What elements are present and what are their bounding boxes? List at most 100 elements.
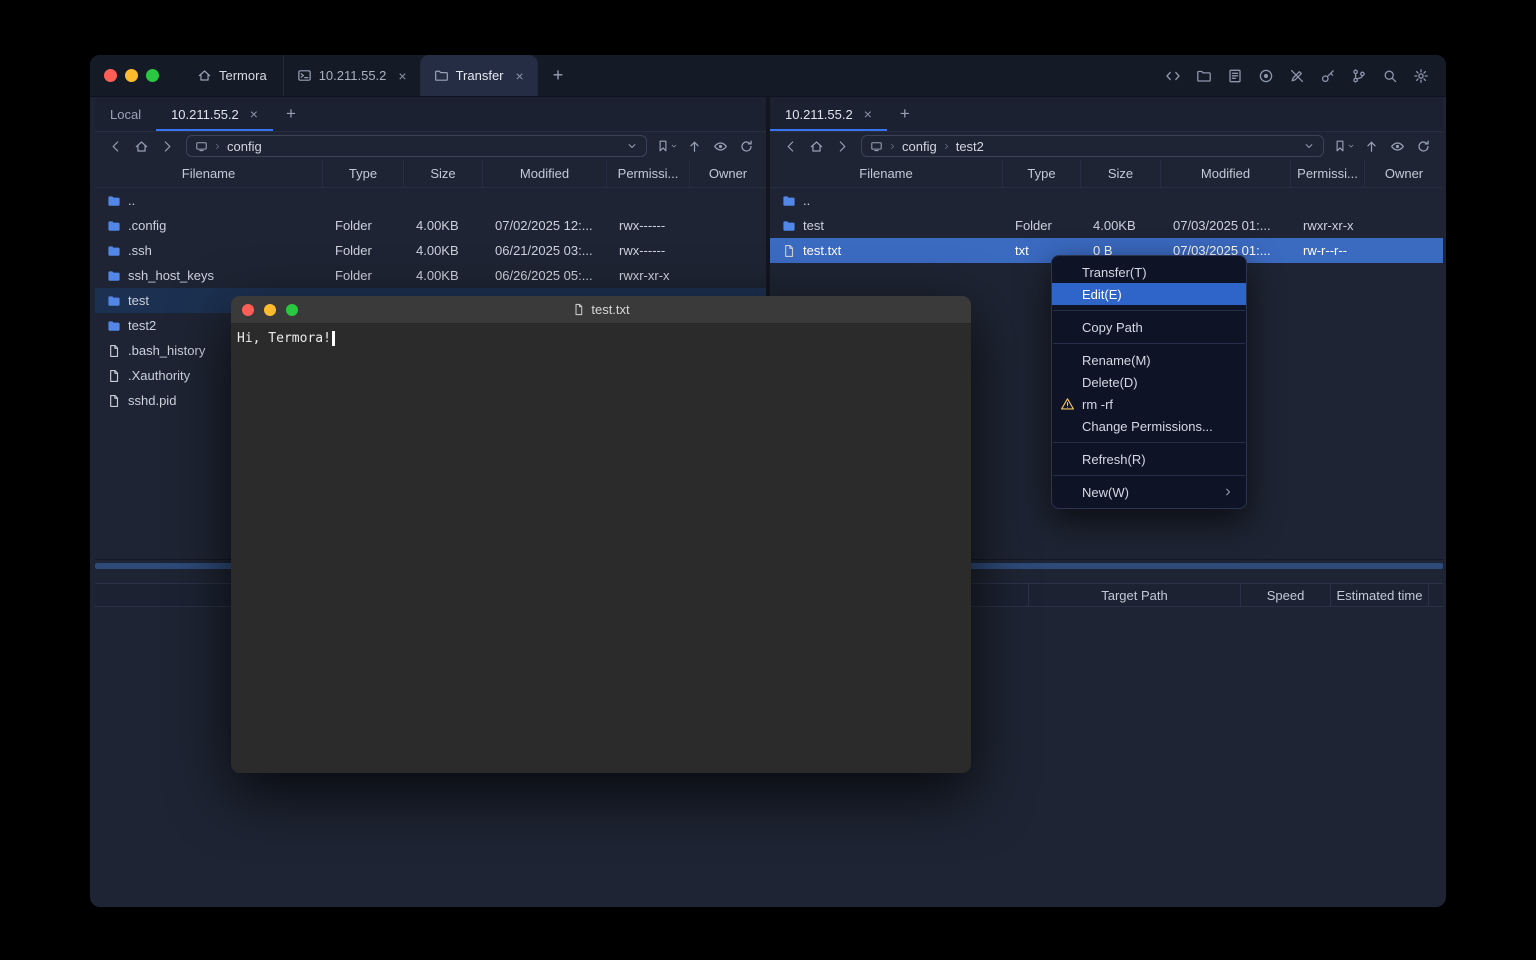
key-icon[interactable]	[1318, 66, 1338, 86]
folder-icon	[107, 319, 121, 333]
file-row-ssh[interactable]: .sshFolder4.00KB06/21/2025 03:...rwx----…	[95, 238, 766, 263]
path-segment[interactable]: test2	[956, 139, 984, 154]
close-window-button[interactable]	[104, 69, 117, 82]
left-panel-tabs: Local 10.211.55.2 × +	[95, 97, 766, 132]
folder-outline-icon[interactable]	[1194, 66, 1214, 86]
refresh-icon[interactable]	[734, 135, 758, 157]
column-header-type[interactable]: Type	[1003, 160, 1081, 187]
column-header-modified[interactable]: Modified	[483, 160, 607, 187]
chevron-down-icon[interactable]	[626, 140, 638, 152]
close-window-button[interactable]	[242, 304, 254, 316]
new-tab-button[interactable]: +	[538, 55, 579, 96]
column-header-type[interactable]: Type	[323, 160, 404, 187]
file-row-[interactable]: ..	[770, 188, 1443, 213]
path-breadcrumb[interactable]: config test2	[861, 135, 1324, 157]
tab-host-session[interactable]: 10.211.55.2 ×	[283, 55, 420, 96]
tab-transfer[interactable]: Transfer ×	[420, 55, 538, 96]
filename-cell: ..	[95, 193, 323, 208]
column-header-size[interactable]: Size	[1081, 160, 1161, 187]
editor-text-area[interactable]: Hi, Termora!	[231, 324, 971, 353]
back-icon[interactable]	[103, 135, 127, 157]
close-tab-icon[interactable]: ×	[864, 107, 872, 121]
home-icon[interactable]	[129, 135, 153, 157]
tab-remote-host[interactable]: 10.211.55.2 ×	[156, 97, 273, 131]
zoom-window-button[interactable]	[146, 69, 159, 82]
close-tab-icon[interactable]: ×	[250, 107, 258, 121]
forward-icon[interactable]	[155, 135, 179, 157]
menu-item-new-w[interactable]: New(W)	[1052, 481, 1246, 503]
file-row-config[interactable]: .configFolder4.00KB07/02/2025 12:...rwx-…	[95, 213, 766, 238]
transfers-column-target-path[interactable]: Target Path	[1028, 584, 1240, 606]
close-tab-icon[interactable]: ×	[398, 69, 406, 83]
refresh-icon[interactable]	[1411, 135, 1435, 157]
folder-icon	[107, 269, 121, 283]
file-row-ssh-host-keys[interactable]: ssh_host_keysFolder4.00KB06/26/2025 05:.…	[95, 263, 766, 288]
menu-item-change-permissions[interactable]: Change Permissions...	[1052, 415, 1246, 437]
zoom-window-button[interactable]	[286, 304, 298, 316]
folder-icon	[782, 219, 796, 233]
menu-separator	[1053, 442, 1245, 443]
menu-item-copy-path[interactable]: Copy Path	[1052, 316, 1246, 338]
log-icon[interactable]	[1225, 66, 1245, 86]
tab-remote-host[interactable]: 10.211.55.2 ×	[770, 97, 887, 131]
path-segment[interactable]: config	[227, 139, 262, 154]
pencil-off-icon[interactable]	[1287, 66, 1307, 86]
bookmark-dropdown[interactable]	[654, 139, 680, 153]
new-panel-tab-button[interactable]: +	[887, 97, 923, 131]
show-hidden-icon[interactable]	[1385, 135, 1409, 157]
parent-directory-icon[interactable]	[1359, 135, 1383, 157]
filename-cell: .ssh	[95, 243, 323, 258]
menu-item-refresh-r[interactable]: Refresh(R)	[1052, 448, 1246, 470]
titlebar: Termora 10.211.55.2 × Transfer × +	[90, 55, 1446, 97]
minimize-window-button[interactable]	[264, 304, 276, 316]
chevron-right-icon	[942, 142, 951, 151]
menu-item-edit-e[interactable]: Edit(E)	[1052, 283, 1246, 305]
permissions-cell: rw-r--r--	[1291, 243, 1365, 258]
type-cell: Folder	[323, 243, 404, 258]
chevron-down-icon[interactable]	[1303, 140, 1315, 152]
path-breadcrumb[interactable]: config	[186, 135, 647, 157]
modified-cell: 06/21/2025 03:...	[483, 243, 607, 258]
branch-icon[interactable]	[1349, 66, 1369, 86]
minimize-window-button[interactable]	[125, 69, 138, 82]
show-hidden-icon[interactable]	[708, 135, 732, 157]
window-controls	[90, 55, 167, 96]
bookmark-dropdown[interactable]	[1331, 139, 1357, 153]
context-menu: Transfer(T)Edit(E) Copy Path Rename(M)Dele…	[1051, 255, 1247, 509]
file-row-[interactable]: ..	[95, 188, 766, 213]
file-row-test[interactable]: testFolder4.00KB07/03/2025 01:...rwxr-xr…	[770, 213, 1443, 238]
column-header-owner[interactable]: Owner	[690, 160, 766, 187]
tab-local[interactable]: Local	[95, 97, 156, 131]
editor-titlebar[interactable]: test.txt	[231, 296, 971, 324]
record-icon[interactable]	[1256, 66, 1276, 86]
gear-icon[interactable]	[1411, 66, 1431, 86]
menu-item-delete-d[interactable]: Delete(D)	[1052, 371, 1246, 393]
column-header-owner[interactable]: Owner	[1365, 160, 1443, 187]
search-icon[interactable]	[1380, 66, 1400, 86]
titlebar-right-icons	[1163, 55, 1446, 96]
code-icon[interactable]	[1163, 66, 1183, 86]
home-icon[interactable]	[804, 135, 828, 157]
column-header-filename[interactable]: Filename	[770, 160, 1003, 187]
column-header-filename[interactable]: Filename	[95, 160, 323, 187]
column-header-permissi[interactable]: Permissi...	[1291, 160, 1365, 187]
menu-item-rm-rf[interactable]: rm -rf	[1052, 393, 1246, 415]
parent-directory-icon[interactable]	[682, 135, 706, 157]
filename-label: ..	[803, 193, 810, 208]
close-tab-icon[interactable]: ×	[516, 69, 524, 83]
transfers-column-estimated-time[interactable]: Estimated time	[1330, 584, 1428, 606]
column-header-permissi[interactable]: Permissi...	[607, 160, 690, 187]
path-segment[interactable]: config	[902, 139, 937, 154]
left-table-header: FilenameTypeSizeModifiedPermissi...Owner	[95, 160, 766, 188]
column-header-size[interactable]: Size	[404, 160, 483, 187]
menu-item-transfer-t[interactable]: Transfer(T)	[1052, 261, 1246, 283]
menu-item-rename-m[interactable]: Rename(M)	[1052, 349, 1246, 371]
menu-item-label: New(W)	[1082, 485, 1129, 500]
new-panel-tab-button[interactable]: +	[273, 97, 309, 131]
terminal-icon	[297, 68, 312, 83]
forward-icon[interactable]	[830, 135, 854, 157]
app-home-tab[interactable]: Termora	[181, 55, 283, 96]
column-header-modified[interactable]: Modified	[1161, 160, 1291, 187]
transfers-column-speed[interactable]: Speed	[1240, 584, 1330, 606]
back-icon[interactable]	[778, 135, 802, 157]
